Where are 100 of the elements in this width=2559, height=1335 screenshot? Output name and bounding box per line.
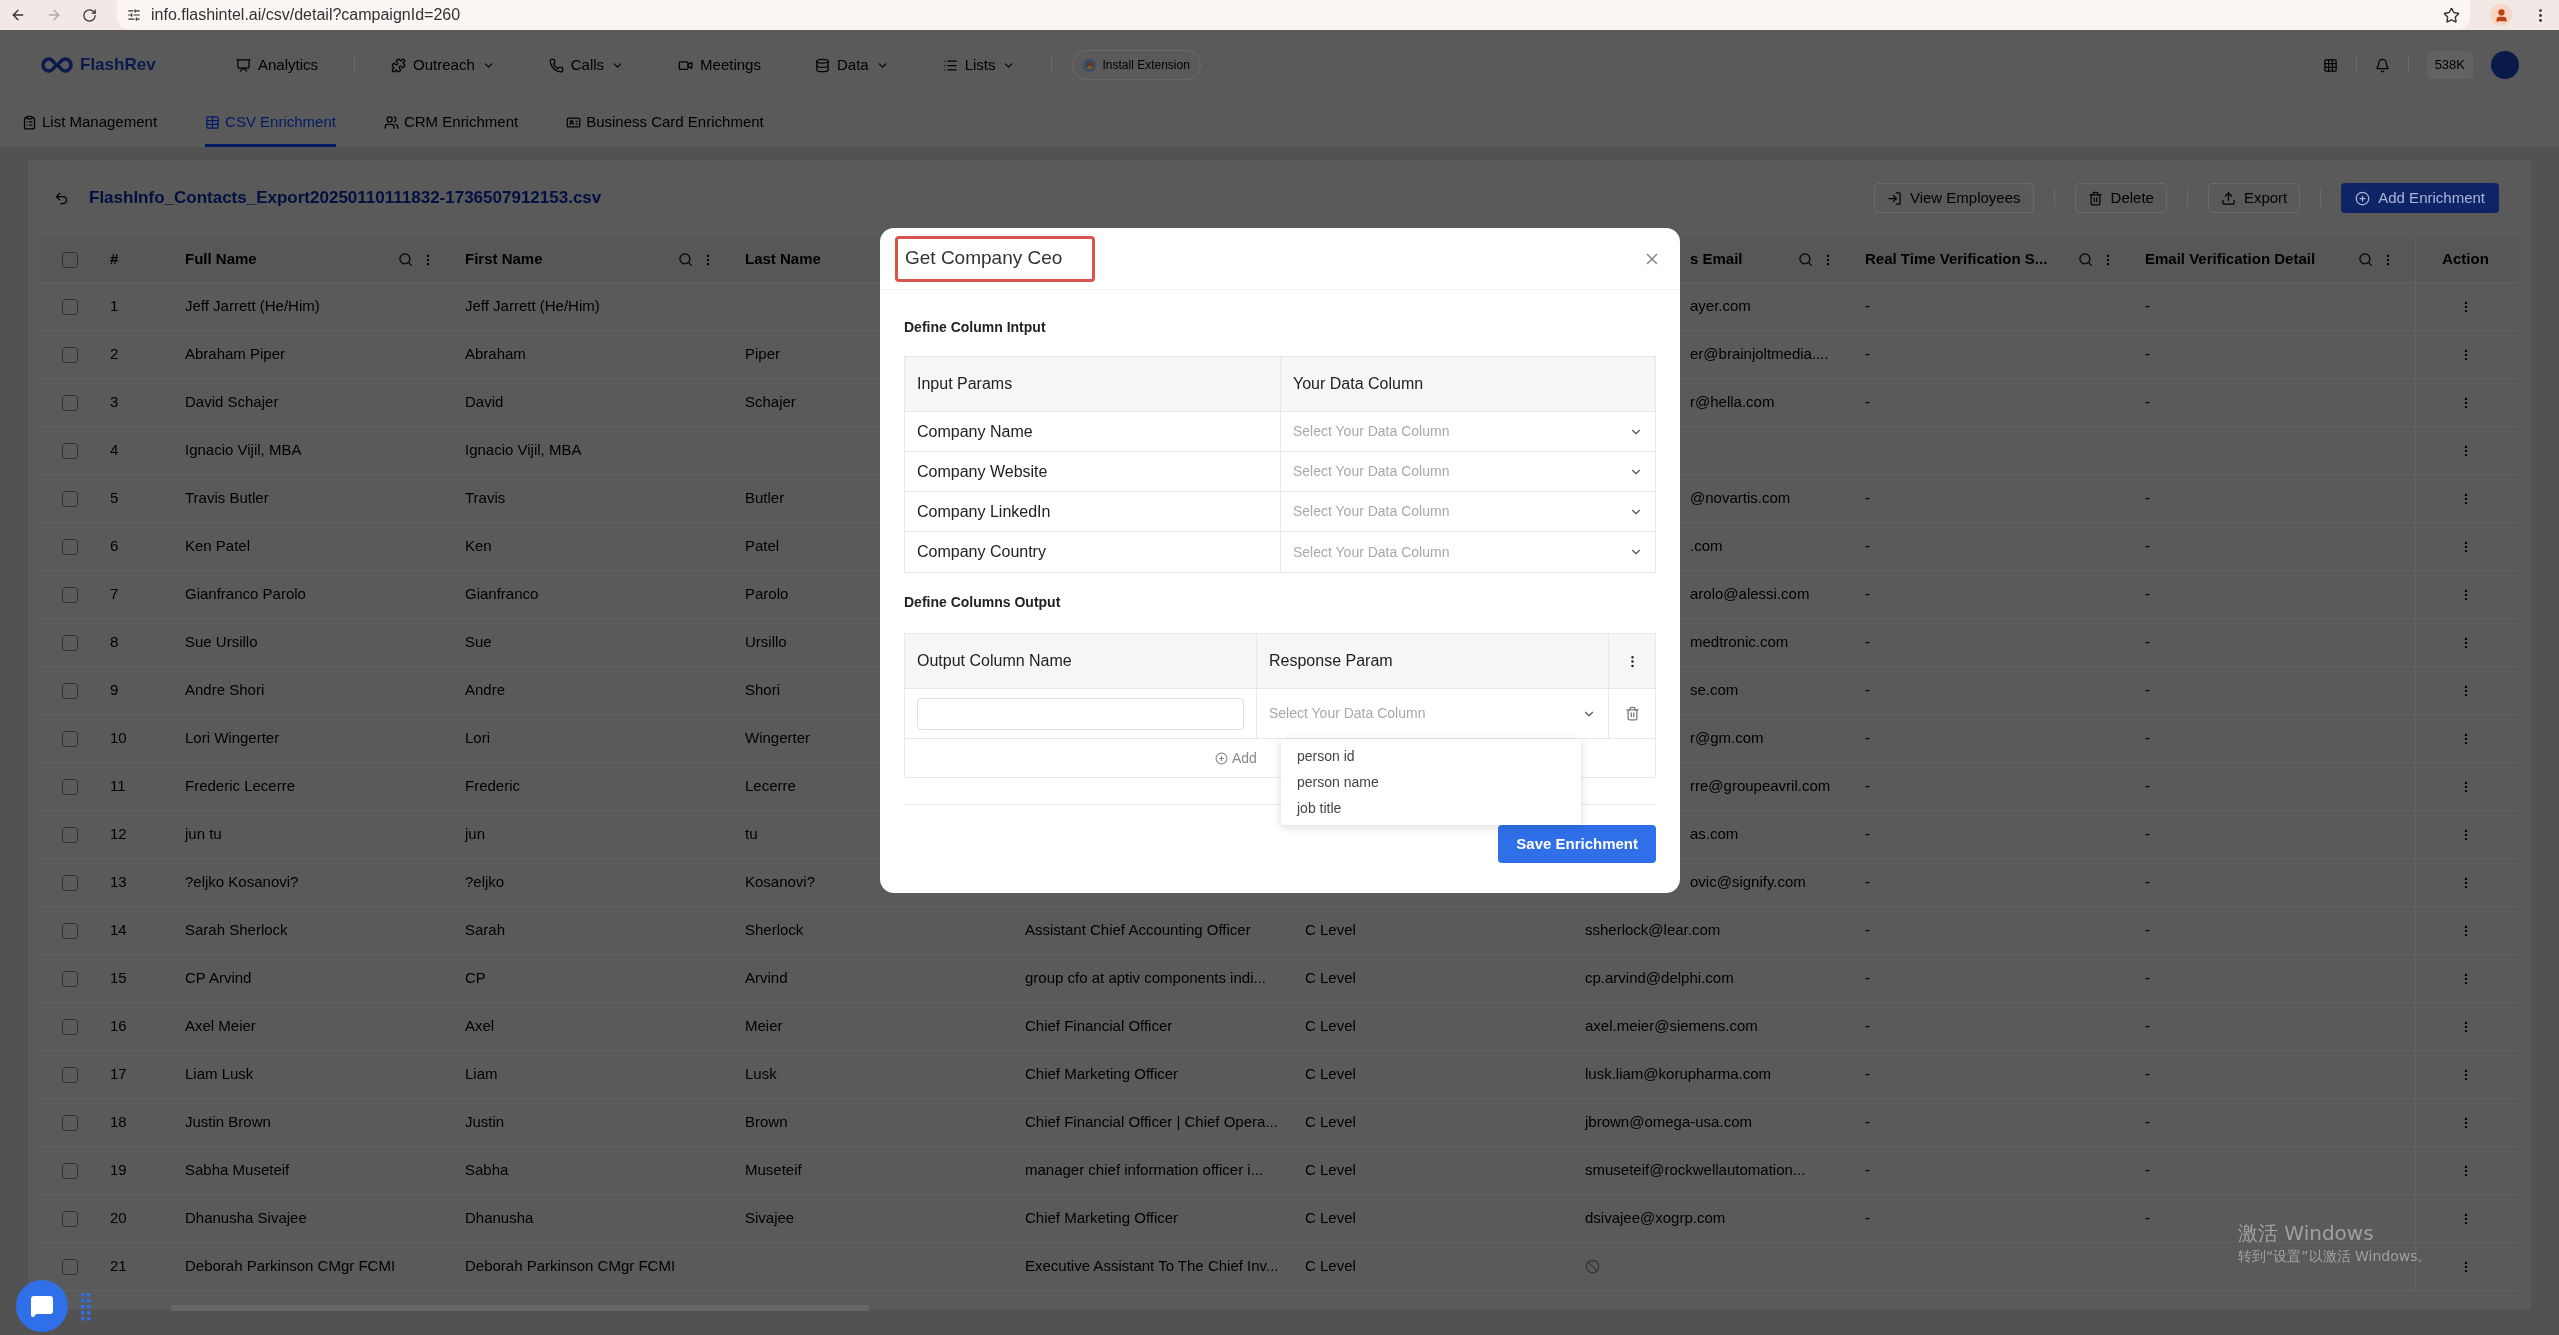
column-header: First Name — [465, 249, 543, 270]
table-cell-text: ssherlock@lear.com — [1585, 920, 1721, 941]
plus-icon — [2355, 190, 2371, 206]
column-select[interactable]: Select Your Data Column — [1281, 452, 1655, 491]
param-label: Company Country — [917, 542, 1046, 562]
table-cell-text: - — [1865, 1064, 1870, 1085]
row-number: 15 — [110, 968, 127, 989]
table-cell-text: - — [2145, 1064, 2150, 1085]
search-icon[interactable] — [2358, 252, 2373, 267]
dropdown-option[interactable]: job title — [1281, 795, 1581, 821]
row-checkbox[interactable] — [62, 730, 78, 747]
table-cell-text: Museteif — [745, 1160, 802, 1181]
tab[interactable]: CRM Enrichment — [383, 101, 519, 147]
table-cell-text: .com — [1690, 536, 1723, 557]
toolbar-button[interactable]: Export — [2207, 183, 2301, 213]
column-select[interactable]: Select Your Data Column — [1281, 412, 1655, 451]
site-settings-icon[interactable] — [127, 8, 141, 22]
response-param-select[interactable]: Select Your Data Column — [1257, 689, 1609, 738]
drag-handle-icon[interactable] — [80, 1292, 92, 1322]
delete-icon[interactable] — [1625, 706, 1640, 721]
row-checkbox[interactable] — [62, 874, 78, 891]
table-cell-text: Andre — [465, 680, 506, 701]
search-icon[interactable] — [1798, 252, 1813, 267]
tab[interactable]: CSV Enrichment — [205, 101, 336, 147]
row-checkbox[interactable] — [62, 442, 78, 459]
search-icon[interactable] — [398, 252, 413, 267]
forward-icon[interactable] — [46, 7, 62, 23]
toolbar-button[interactable]: View Employees — [1873, 183, 2034, 213]
credits-badge[interactable]: 538K — [2426, 51, 2473, 79]
table-cell-text: Chief Marketing Officer — [1025, 1208, 1179, 1229]
search-icon[interactable] — [678, 252, 693, 267]
row-number: 14 — [110, 920, 127, 941]
row-number: 1 — [110, 296, 119, 317]
row-number: 17 — [110, 1064, 127, 1085]
back-icon[interactable] — [10, 7, 26, 23]
database-icon — [814, 57, 830, 73]
row-checkbox[interactable] — [62, 1018, 78, 1035]
nav-item[interactable]: Data — [798, 53, 905, 77]
output-name-field[interactable] — [917, 697, 1244, 730]
tab[interactable]: List Management — [22, 101, 158, 147]
row-checkbox[interactable] — [62, 1114, 78, 1131]
toolbar-button[interactable]: Add Enrichment — [2341, 183, 2499, 213]
table-cell-text: Sabha — [465, 1160, 509, 1181]
save-enrichment-button[interactable]: Save Enrichment — [1498, 825, 1656, 863]
row-number: 12 — [110, 824, 127, 845]
row-checkbox[interactable] — [62, 778, 78, 795]
nav-item[interactable]: Meetings — [662, 53, 777, 77]
row-checkbox[interactable] — [62, 1258, 78, 1275]
nav-item[interactable]: Calls — [532, 53, 641, 77]
table-cell-text: Chief Marketing Officer — [1025, 1064, 1179, 1085]
reload-icon[interactable] — [82, 7, 97, 23]
row-checkbox[interactable] — [62, 394, 78, 411]
table-cell-text: C Level — [1305, 1208, 1356, 1229]
row-checkbox[interactable] — [62, 586, 78, 603]
table-cell-text: - — [1865, 632, 1870, 653]
add-row-button[interactable]: Add — [1215, 747, 1257, 769]
address-bar[interactable]: info.flashintel.ai/csv/detail?campaignId=260 — [117, 0, 2470, 30]
row-checkbox[interactable] — [62, 634, 78, 651]
toolbar-button[interactable]: Delete — [2074, 183, 2167, 213]
search-icon[interactable] — [2078, 252, 2093, 267]
row-checkbox[interactable] — [62, 1210, 78, 1227]
row-checkbox[interactable] — [62, 298, 78, 315]
column-select[interactable]: Select Your Data Column — [1281, 492, 1655, 531]
row-checkbox[interactable] — [62, 538, 78, 555]
dropdown-option[interactable]: person id — [1281, 743, 1581, 769]
nav-item[interactable]: Lists — [926, 53, 1032, 77]
table-cell-text: C Level — [1305, 920, 1356, 941]
row-checkbox[interactable] — [62, 1162, 78, 1179]
dropdown-option[interactable]: person name — [1281, 769, 1581, 795]
row-checkbox[interactable] — [62, 1066, 78, 1083]
profile-icon[interactable] — [2490, 4, 2512, 26]
row-checkbox[interactable] — [62, 970, 78, 987]
table-cell-text: Frederic — [465, 776, 520, 797]
row-checkbox[interactable] — [62, 826, 78, 843]
notification-icon[interactable] — [2374, 57, 2390, 73]
table-cell-text: Andre Shori — [185, 680, 265, 701]
table-cell-text: Sivajee — [745, 1208, 795, 1229]
table-cell-text: C Level — [1305, 1016, 1356, 1037]
chat-icon — [30, 1294, 54, 1318]
table-cell-text: se.com — [1690, 680, 1739, 701]
column-select[interactable]: Select Your Data Column — [1281, 532, 1655, 572]
table-cell-text: Deborah Parkinson CMgr FCMI — [465, 1256, 676, 1277]
row-number: 18 — [110, 1112, 127, 1133]
row-checkbox[interactable] — [62, 490, 78, 507]
select-all-checkbox[interactable] — [62, 251, 78, 268]
table-cell-text: Abraham Piper — [185, 344, 286, 365]
row-checkbox[interactable] — [62, 346, 78, 363]
avatar[interactable] — [2491, 51, 2519, 79]
row-checkbox[interactable] — [62, 682, 78, 699]
nav-item[interactable]: Analytics — [220, 53, 335, 77]
row-checkbox[interactable] — [62, 922, 78, 939]
table-cell-text: C Level — [1305, 1160, 1356, 1181]
nav-item[interactable]: Outreach — [375, 53, 511, 77]
file-name-link[interactable]: FlashInfo_Contacts_Export20250110111832-1736507912153.csv — [89, 185, 602, 211]
tab[interactable]: Business Card Enrichment — [566, 101, 764, 147]
table-cell-text: Frederic Lecerre — [185, 776, 296, 797]
bookmark-icon[interactable] — [2443, 6, 2460, 24]
chat-button[interactable] — [16, 1280, 68, 1332]
table-cell-text: David Schajer — [185, 392, 279, 413]
dialpad-icon[interactable] — [2322, 57, 2338, 73]
